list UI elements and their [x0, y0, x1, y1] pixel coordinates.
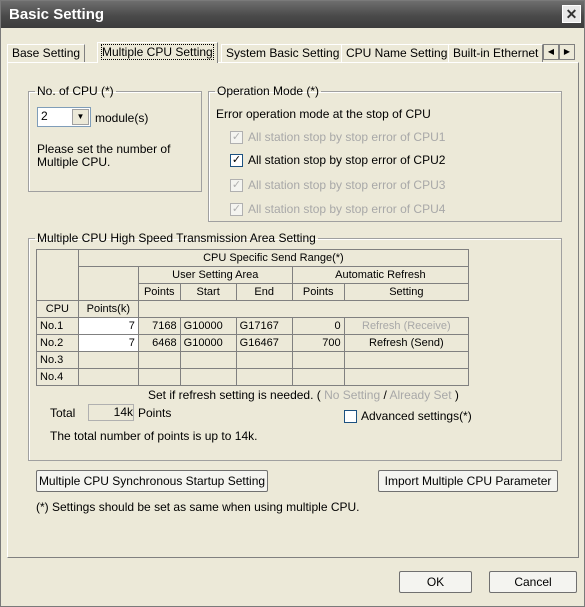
basic-setting-window: Basic Setting ✕ Base Setting Multiple CP… [0, 0, 585, 607]
col-ar-points: Points [291, 283, 345, 301]
no-of-cpu-legend: No. of CPU (*) [37, 84, 114, 98]
row-points: 7168 [137, 317, 181, 335]
no-of-cpu-group: No. of CPU (*) [28, 84, 202, 192]
row-start: G10000 [179, 334, 237, 352]
cpu-count-select[interactable]: 2 ▼ [37, 107, 91, 127]
advanced-settings-checkbox[interactable] [344, 410, 357, 423]
cpu2-stop-label: All station stop by stop error of CPU2 [248, 153, 446, 167]
col-points: Points [137, 283, 181, 301]
cpu-count-hint-2: Multiple CPU. [37, 155, 111, 169]
operation-mode-subtitle: Error operation mode at the stop of CPU [216, 107, 431, 121]
tab-scroll-left-button[interactable]: ◀ [543, 44, 559, 60]
refresh-legend-note: Set if refresh setting is needed. ( No S… [148, 388, 459, 402]
refresh-setting-button[interactable]: Refresh (Receive) [343, 317, 470, 335]
cpu1-stop-checkbox[interactable]: ✓ [230, 131, 243, 144]
cpu2-stop-checkbox[interactable]: ✓ [230, 154, 243, 167]
sync-startup-button[interactable]: Multiple CPU Synchronous Startup Setting [36, 470, 268, 492]
tab-label: CPU Name Setting [346, 46, 448, 60]
chevron-left-icon: ◀ [547, 47, 555, 56]
cpu4-stop-checkbox[interactable]: ✓ [230, 203, 243, 216]
cancel-button[interactable]: Cancel [489, 571, 577, 593]
advanced-settings-label: Advanced settings(*) [361, 409, 472, 423]
row-cpu: No.3 [36, 351, 79, 369]
chevron-right-icon: ▶ [563, 47, 571, 56]
total-label: Total [50, 406, 76, 420]
col-end: End [235, 283, 293, 301]
tab-system-basic-setting[interactable]: System Basic Setting [221, 44, 345, 62]
table-row: No.2 7 6468 G10000 G16467 700 Refresh (S… [36, 334, 470, 352]
title-bar: Basic Setting ✕ [1, 1, 584, 28]
col-points-k: Points(k) [77, 300, 139, 318]
tab-label: Base Setting [12, 46, 81, 60]
footnote: (*) Settings should be set as same when … [36, 500, 360, 514]
total-value: 14k [88, 404, 134, 421]
import-parameter-button[interactable]: Import Multiple CPU Parameter [378, 470, 558, 492]
cpu1-stop-label: All station stop by stop error of CPU1 [248, 130, 446, 144]
window-title: Basic Setting [9, 6, 105, 23]
tab-scroll-right-button[interactable]: ▶ [559, 44, 575, 60]
total-unit: Points [138, 406, 172, 420]
already-set-indicator: Already Set [389, 388, 452, 402]
row-points: 6468 [137, 334, 181, 352]
chevron-down-icon: ▼ [72, 109, 89, 125]
row-cpu: No.2 [36, 334, 79, 352]
table-row: No.4 [36, 368, 470, 386]
tab-page-multiple-cpu: No. of CPU (*) 2 ▼ module(s) Please set … [7, 62, 579, 558]
cpu-count-hint-1: Please set the number of [37, 142, 171, 156]
cpu-count-unit: module(s) [95, 111, 149, 125]
row-end: G16467 [235, 334, 293, 352]
tab-built-in-ethernet[interactable]: Built-in Ethernet [448, 44, 544, 62]
col-setting: Setting [343, 283, 470, 301]
tab-multiple-cpu-setting[interactable]: Multiple CPU Setting [97, 42, 218, 63]
tab-label: Multiple CPU Setting [101, 44, 214, 60]
points-k-input[interactable]: 7 [77, 317, 139, 335]
row-ar-points: 700 [291, 334, 345, 352]
tab-cpu-name-setting[interactable]: CPU Name Setting [341, 44, 453, 62]
transmission-area-legend: Multiple CPU High Speed Transmission Are… [37, 231, 316, 245]
table-row: No.3 [36, 351, 470, 369]
no-setting-indicator: No Setting [324, 388, 381, 402]
transmission-table: CPU Specific Send Range(*) User Setting … [36, 249, 470, 386]
operation-mode-legend: Operation Mode (*) [217, 84, 320, 98]
points-limit-note: The total number of points is up to 14k. [50, 429, 258, 443]
refresh-setting-button[interactable]: Refresh (Send) [343, 334, 470, 352]
cpu4-stop-label: All station stop by stop error of CPU4 [248, 202, 446, 216]
tab-strip: Base Setting Multiple CPU Setting System… [7, 42, 577, 63]
col-start: Start [179, 283, 237, 301]
row-end: G17167 [235, 317, 293, 335]
tab-label: Built-in Ethernet [453, 46, 539, 60]
tab-base-setting[interactable]: Base Setting [7, 44, 86, 62]
row-cpu: No.1 [36, 317, 79, 335]
row-cpu: No.4 [36, 368, 79, 386]
ok-button[interactable]: OK [399, 571, 472, 593]
cpu3-stop-checkbox[interactable]: ✓ [230, 179, 243, 192]
cpu-count-value: 2 [41, 109, 48, 123]
close-icon: ✕ [565, 6, 578, 22]
auto-refresh-header: Automatic Refresh [291, 266, 470, 284]
table-row: No.1 7 7168 G10000 G17167 0 Refresh (Rec… [36, 317, 470, 335]
user-setting-header: User Setting Area [137, 266, 293, 284]
cpu3-stop-label: All station stop by stop error of CPU3 [248, 178, 446, 192]
row-start: G10000 [179, 317, 237, 335]
points-k-input[interactable]: 7 [77, 334, 139, 352]
close-button[interactable]: ✕ [562, 5, 581, 23]
col-cpu: CPU [36, 300, 79, 318]
send-range-header: CPU Specific Send Range(*) [77, 249, 470, 267]
row-ar-points: 0 [291, 317, 345, 335]
tab-label: System Basic Setting [226, 46, 340, 60]
